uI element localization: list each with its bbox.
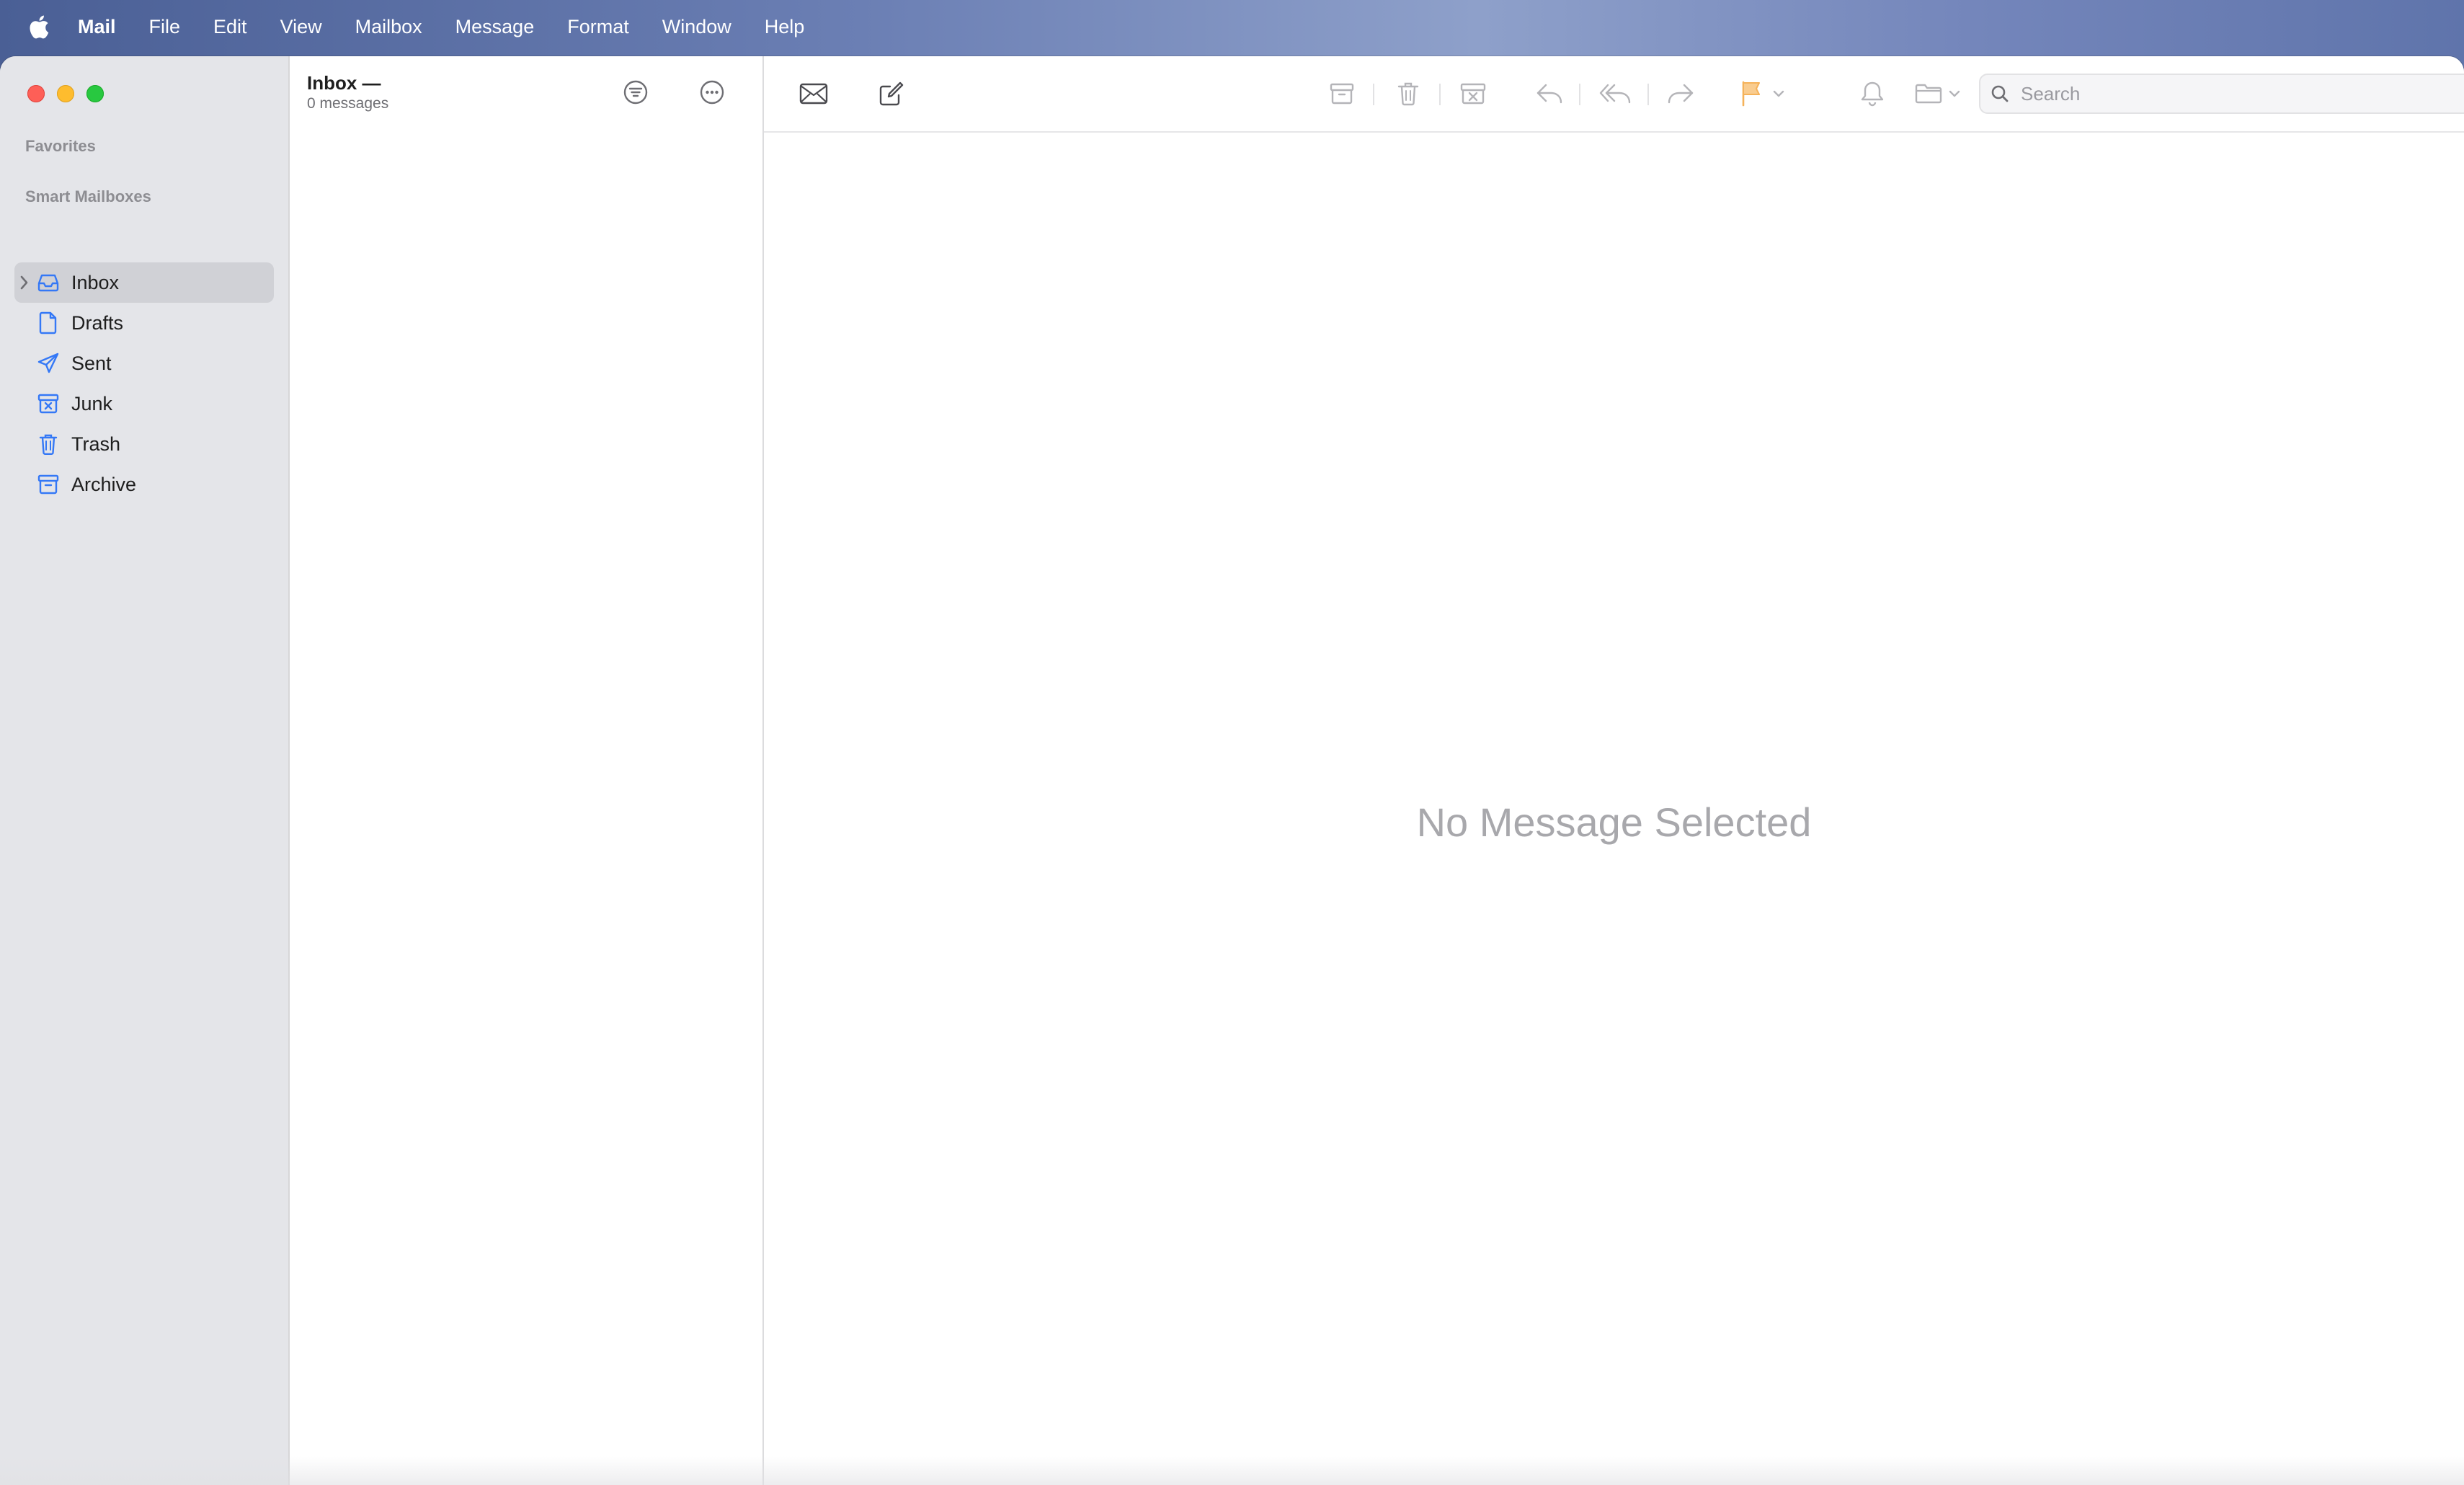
sidebar-item-label: Drafts bbox=[71, 311, 124, 334]
move-folder-icon[interactable] bbox=[1911, 78, 1946, 110]
empty-state-message: No Message Selected bbox=[1416, 799, 1812, 845]
sidebar-item-label: Archive bbox=[71, 473, 137, 495]
sidebar-item-junk[interactable]: Junk bbox=[14, 384, 274, 424]
sidebar-item-label: Trash bbox=[71, 433, 121, 455]
archive-icon[interactable] bbox=[1326, 78, 1358, 110]
toolbar-divider bbox=[1439, 84, 1441, 105]
junk-icon[interactable] bbox=[1457, 78, 1489, 110]
menu-mailbox[interactable]: Mailbox bbox=[355, 16, 422, 38]
compose-icon[interactable] bbox=[875, 78, 908, 110]
chevron-right-icon[interactable] bbox=[20, 275, 32, 290]
menu-message[interactable]: Message bbox=[455, 16, 535, 38]
smart-mailboxes-section-label[interactable]: Smart Mailboxes bbox=[25, 187, 151, 206]
menu-bar: Mail File Edit View Mailbox Message Form… bbox=[0, 0, 2464, 53]
reply-icon[interactable] bbox=[1534, 78, 1565, 110]
get-mail-icon[interactable] bbox=[797, 78, 830, 110]
chevron-down-icon[interactable] bbox=[1947, 78, 1962, 110]
message-viewer: No Message Selected bbox=[764, 56, 2464, 1485]
sidebar-item-label: Sent bbox=[71, 352, 112, 374]
favorites-section-label[interactable]: Favorites bbox=[25, 137, 96, 156]
junk-box-icon bbox=[36, 391, 61, 416]
sidebar-item-archive[interactable]: Archive bbox=[14, 464, 274, 505]
menu-window[interactable]: Window bbox=[662, 16, 731, 38]
fullscreen-window-button[interactable] bbox=[86, 85, 104, 102]
window-controls bbox=[27, 85, 104, 102]
archive-box-icon bbox=[36, 472, 61, 497]
sidebar-item-sent[interactable]: Sent bbox=[14, 343, 274, 384]
toolbar bbox=[764, 56, 2464, 133]
sidebar: Favorites Smart Mailboxes Inbox Drafts S… bbox=[0, 56, 290, 1485]
menu-format[interactable]: Format bbox=[567, 16, 629, 38]
sidebar-item-label: Inbox bbox=[71, 271, 120, 293]
sidebar-item-inbox[interactable]: Inbox bbox=[14, 262, 274, 303]
toolbar-divider bbox=[1647, 84, 1649, 105]
menu-mail[interactable]: Mail bbox=[78, 16, 116, 38]
menu-view[interactable]: View bbox=[280, 16, 322, 38]
apple-logo-icon[interactable] bbox=[27, 13, 50, 40]
search-icon bbox=[1989, 83, 2011, 105]
menu-help[interactable]: Help bbox=[765, 16, 805, 38]
search-input[interactable] bbox=[2019, 81, 2455, 106]
toolbar-divider bbox=[1373, 84, 1374, 105]
menu-file[interactable]: File bbox=[149, 16, 181, 38]
message-list-pane: Inbox — 0 messages bbox=[290, 56, 764, 1485]
menu-edit[interactable]: Edit bbox=[213, 16, 247, 38]
reply-all-icon[interactable] bbox=[1597, 78, 1633, 110]
paper-plane-icon bbox=[36, 351, 61, 376]
flag-icon[interactable] bbox=[1737, 78, 1766, 110]
mail-window: Favorites Smart Mailboxes Inbox Drafts S… bbox=[0, 56, 2464, 1485]
inbox-tray-icon bbox=[36, 270, 61, 295]
document-icon bbox=[36, 311, 61, 335]
close-window-button[interactable] bbox=[27, 85, 45, 102]
chevron-down-icon[interactable] bbox=[1771, 78, 1786, 110]
notify-bell-icon[interactable] bbox=[1856, 78, 1888, 110]
mailbox-title: Inbox — bbox=[307, 72, 381, 94]
filter-icon[interactable] bbox=[620, 76, 651, 108]
mailbox-list: Inbox Drafts Sent Junk Trash Archive bbox=[14, 262, 274, 505]
sidebar-item-label: Junk bbox=[71, 392, 113, 415]
trash-icon bbox=[36, 432, 61, 456]
ellipsis-circle-icon[interactable] bbox=[696, 76, 728, 108]
forward-icon[interactable] bbox=[1665, 78, 1696, 110]
sidebar-item-trash[interactable]: Trash bbox=[14, 424, 274, 464]
minimize-window-button[interactable] bbox=[57, 85, 74, 102]
trash-icon[interactable] bbox=[1392, 78, 1424, 110]
search-field[interactable] bbox=[1979, 74, 2464, 114]
message-count: 0 messages bbox=[307, 95, 389, 112]
sidebar-item-drafts[interactable]: Drafts bbox=[14, 303, 274, 343]
toolbar-divider bbox=[1579, 84, 1580, 105]
